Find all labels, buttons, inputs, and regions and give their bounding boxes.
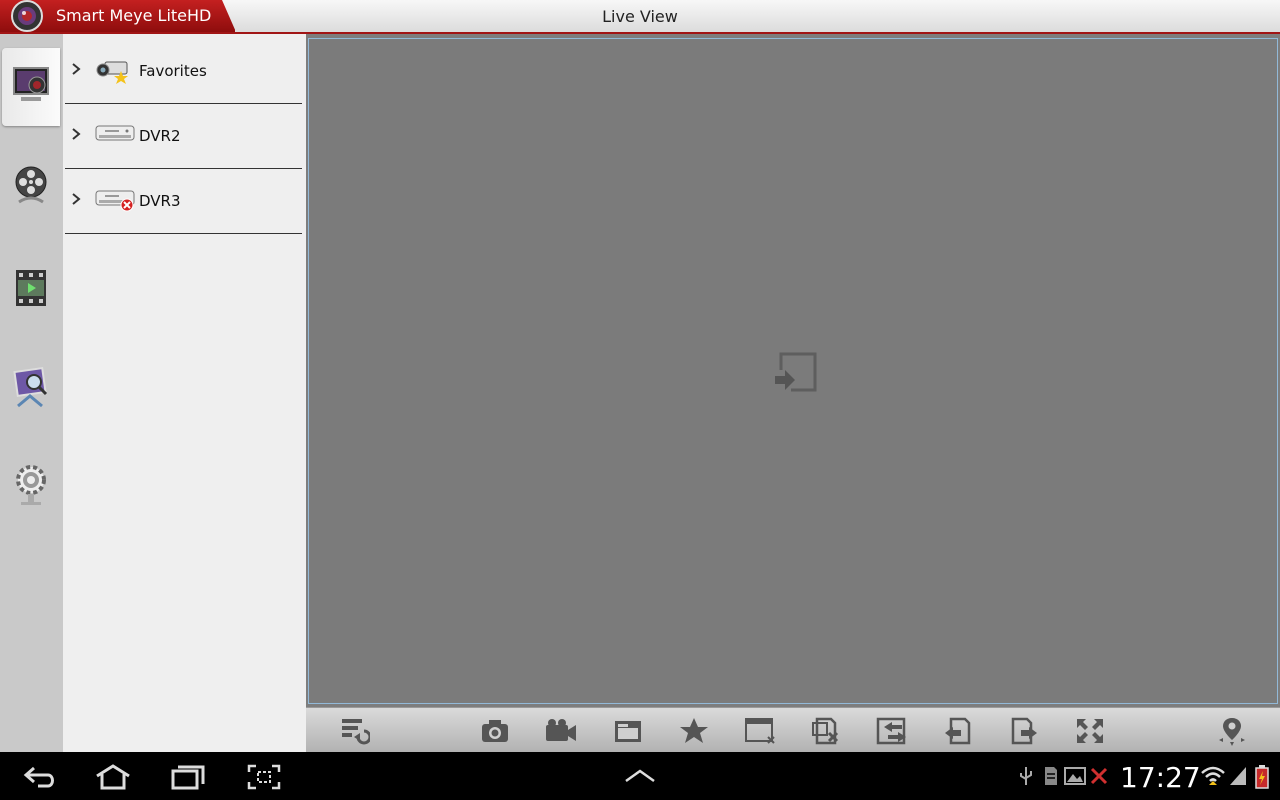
signal-icon xyxy=(1230,767,1246,785)
preset-refresh-icon xyxy=(342,719,370,745)
clock: 17:27 xyxy=(1120,761,1201,794)
battery-charging-icon xyxy=(1255,765,1269,789)
video-channel-window[interactable] xyxy=(308,38,1278,704)
screenshot-button[interactable] xyxy=(242,762,286,792)
folder-button[interactable] xyxy=(611,715,645,747)
tree-item-label: DVR2 xyxy=(139,127,181,145)
tree-item-dvr2[interactable]: DVR2 xyxy=(65,104,302,169)
photo-magnifier-icon xyxy=(13,367,48,408)
chevron-right-icon xyxy=(72,128,81,140)
close-window-icon xyxy=(745,718,775,744)
dvr-offline-icon xyxy=(95,190,135,212)
live-view-toolbar xyxy=(306,707,1280,753)
previous-page-button[interactable] xyxy=(941,715,975,747)
device-tree: Favorites DVR2 DVR3 xyxy=(63,34,307,752)
film-reel-icon xyxy=(15,166,47,204)
favorite-button[interactable] xyxy=(677,715,711,747)
nav-playback-button[interactable] xyxy=(2,147,60,225)
dvr-icon xyxy=(95,125,135,141)
folder-icon xyxy=(615,721,641,742)
star-icon xyxy=(680,718,708,743)
next-page-icon xyxy=(1011,717,1037,745)
nav-rail xyxy=(0,34,63,752)
nav-gallery-button[interactable] xyxy=(2,348,60,426)
tree-item-label: DVR3 xyxy=(139,192,181,210)
nav-recordings-button[interactable] xyxy=(2,249,60,327)
home-button[interactable] xyxy=(91,762,135,792)
connect-channel-icon[interactable] xyxy=(771,348,819,396)
fullscreen-icon xyxy=(1077,719,1103,743)
expand-up-button[interactable] xyxy=(618,762,662,792)
record-icon xyxy=(546,719,576,741)
home-icon xyxy=(96,764,130,790)
tree-item-label: Favorites xyxy=(139,62,207,80)
tree-item-dvr3[interactable]: DVR3 xyxy=(65,169,302,234)
nav-settings-button[interactable] xyxy=(2,446,60,524)
chevron-right-icon xyxy=(72,63,81,75)
camera-monitor-icon xyxy=(13,67,49,101)
swap-button[interactable] xyxy=(875,715,909,747)
sd-card-icon xyxy=(1045,767,1057,785)
camera-star-icon xyxy=(96,61,128,84)
tree-item-favorites[interactable]: Favorites xyxy=(65,39,302,104)
live-view-area xyxy=(306,34,1280,707)
ptz-button[interactable] xyxy=(1215,715,1249,747)
usb-icon xyxy=(1020,767,1032,785)
preset-refresh-button[interactable] xyxy=(338,715,372,747)
title-bar: Smart Meye LiteHD Live View xyxy=(0,0,1280,34)
back-button[interactable] xyxy=(18,762,62,792)
image-icon xyxy=(1064,767,1086,785)
back-icon xyxy=(23,766,54,788)
recent-apps-button[interactable] xyxy=(166,762,210,792)
chevron-up-icon xyxy=(625,769,655,783)
delete-channel-icon xyxy=(812,717,839,745)
page-title: Live View xyxy=(602,7,678,26)
system-navigation-bar: 17:27 xyxy=(0,752,1280,800)
fullscreen-button[interactable] xyxy=(1073,715,1107,747)
snapshot-button[interactable] xyxy=(478,715,512,747)
snapshot-icon xyxy=(482,720,508,742)
wifi-icon xyxy=(1201,766,1225,785)
recent-apps-icon xyxy=(171,765,205,790)
ptz-icon xyxy=(1219,718,1245,746)
chevron-right-icon xyxy=(72,193,81,205)
swap-icon xyxy=(876,717,906,745)
previous-page-icon xyxy=(945,717,971,745)
delete-channel-button[interactable] xyxy=(809,715,843,747)
next-page-button[interactable] xyxy=(1007,715,1041,747)
film-strip-icon xyxy=(16,270,46,306)
close-window-button[interactable] xyxy=(743,715,777,747)
screenshot-icon xyxy=(247,764,281,790)
no-connection-icon xyxy=(1090,767,1108,785)
record-button[interactable] xyxy=(544,715,578,747)
nav-live-view-button[interactable] xyxy=(2,48,60,126)
gear-icon xyxy=(16,465,46,505)
